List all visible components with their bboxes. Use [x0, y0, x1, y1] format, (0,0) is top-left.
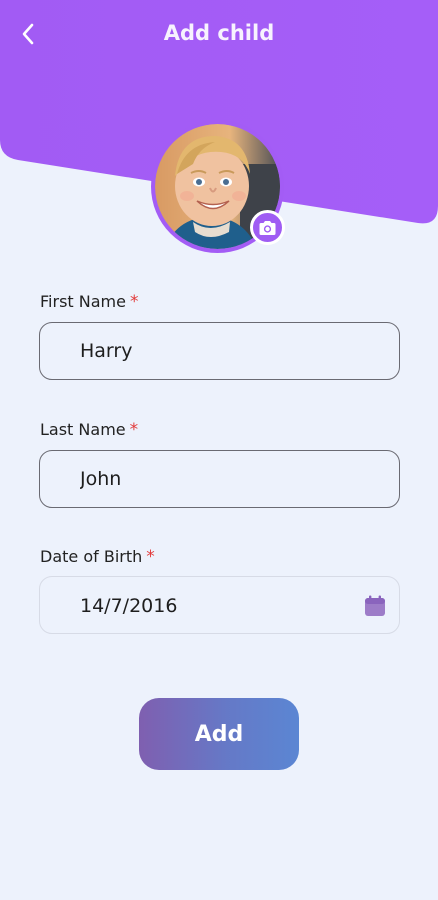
date-of-birth-field[interactable]: 14/7/2016 — [39, 576, 400, 634]
camera-icon — [259, 220, 276, 235]
first-name-field[interactable] — [39, 322, 400, 380]
required-mark: * — [146, 547, 155, 567]
last-name-label: Last Name * — [40, 419, 138, 441]
date-of-birth-value: 14/7/2016 — [80, 595, 178, 617]
last-name-label-text: Last Name — [40, 420, 126, 439]
add-child-screen: Add child First Name * Harry Last Name *… — [0, 0, 438, 900]
first-name-label-text: First Name — [40, 292, 126, 311]
date-of-birth-label-text: Date of Birth — [40, 547, 143, 566]
date-of-birth-label: Date of Birth * — [40, 546, 155, 568]
change-photo-button[interactable] — [250, 210, 285, 245]
last-name-field[interactable] — [39, 450, 400, 508]
add-button[interactable]: Add — [139, 698, 299, 770]
required-mark: * — [129, 292, 139, 312]
required-mark: * — [129, 420, 139, 440]
page-title: Add child — [163, 21, 275, 45]
calendar-icon[interactable] — [363, 594, 387, 618]
first-name-label: First Name * — [40, 291, 138, 313]
